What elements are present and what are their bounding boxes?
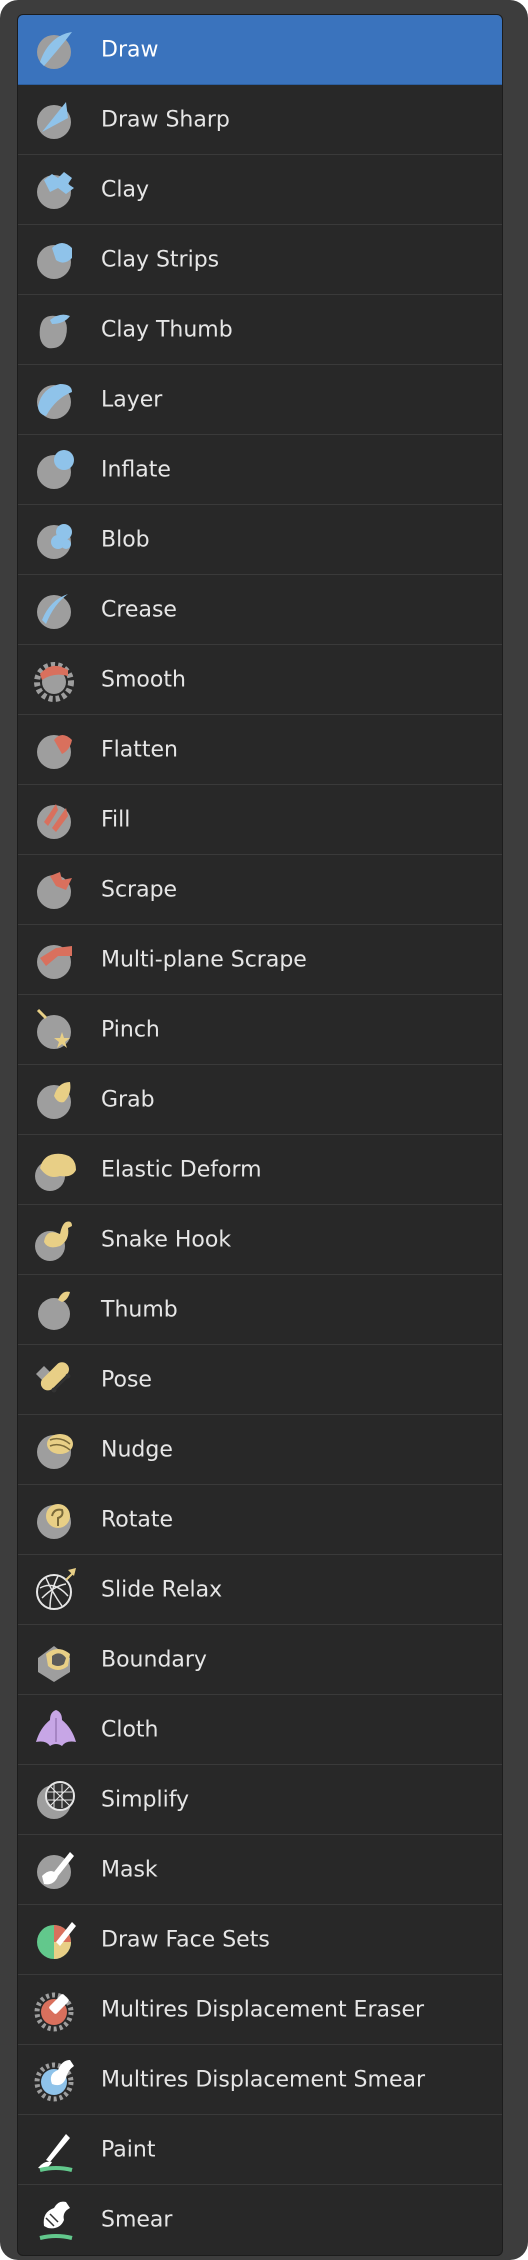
flatten-icon [32,726,80,774]
brush-item-inflate[interactable]: Inflate [18,435,502,505]
brush-item-multires-smear[interactable]: Multires Displacement Smear [18,2045,502,2115]
pose-icon [32,1356,80,1404]
brush-item-label: Pose [101,1367,152,1392]
brush-item-draw[interactable]: Draw [18,15,502,85]
brush-item-flatten[interactable]: Flatten [18,715,502,785]
multiplane-scrape-icon [32,936,80,984]
brush-item-thumb[interactable]: Thumb [18,1275,502,1345]
brush-item-label: Smooth [101,667,186,692]
boundary-icon [32,1636,80,1684]
brush-item-simplify[interactable]: Simplify [18,1765,502,1835]
brush-item-pinch[interactable]: Pinch [18,995,502,1065]
brush-item-label: Clay Thumb [101,317,233,342]
brush-item-grab[interactable]: Grab [18,1065,502,1135]
brush-item-label: Clay Strips [101,247,220,272]
smooth-icon [32,656,80,704]
brush-item-multires-eraser[interactable]: Multires Displacement Eraser [18,1975,502,2045]
pinch-icon [32,1006,80,1054]
rotate-icon [32,1496,80,1544]
brush-item-draw-face-sets[interactable]: Draw Face Sets [18,1905,502,1975]
fill-icon [32,796,80,844]
brush-menu-panel: Draw Draw Sharp Clay Clay Strips Clay Thumb L… [0,0,528,2260]
brush-item-clay[interactable]: Clay [18,155,502,225]
brush-item-clay-thumb[interactable]: Clay Thumb [18,295,502,365]
multires-eraser-icon [32,1986,80,2034]
brush-item-label: Thumb [101,1297,178,1322]
brush-item-cloth[interactable]: Cloth [18,1695,502,1765]
brush-item-label: Fill [101,807,131,832]
brush-item-label: Rotate [101,1507,174,1532]
brush-item-pose[interactable]: Pose [18,1345,502,1415]
mask-icon [32,1846,80,1894]
simplify-icon [32,1776,80,1824]
brush-item-slide-relax[interactable]: Slide Relax [18,1555,502,1625]
brush-item-label: Multi-plane Scrape [101,947,307,972]
brush-list: Draw Draw Sharp Clay Clay Strips Clay Thumb L… [17,14,503,2256]
draw-icon [32,26,80,74]
brush-item-elastic-deform[interactable]: Elastic Deform [18,1135,502,1205]
brush-item-mask[interactable]: Mask [18,1835,502,1905]
slide-relax-icon [32,1566,80,1614]
brush-item-layer[interactable]: Layer [18,365,502,435]
brush-item-label: Blob [101,527,150,552]
draw-sharp-icon [32,96,80,144]
brush-item-label: Multires Displacement Eraser [101,1997,425,2022]
paint-icon [32,2126,80,2174]
brush-item-label: Boundary [101,1647,207,1672]
cloth-icon [32,1706,80,1754]
clay-thumb-icon [32,306,80,354]
brush-item-multiplane-scrape[interactable]: Multi-plane Scrape [18,925,502,995]
brush-item-clay-strips[interactable]: Clay Strips [18,225,502,295]
nudge-icon [32,1426,80,1474]
brush-item-boundary[interactable]: Boundary [18,1625,502,1695]
brush-item-label: Snake Hook [101,1227,232,1252]
brush-item-snake-hook[interactable]: Snake Hook [18,1205,502,1275]
brush-item-label: Crease [101,597,177,622]
smear-icon [32,2196,80,2244]
clay-strips-icon [32,236,80,284]
draw-face-sets-icon [32,1916,80,1964]
brush-item-label: Layer [101,387,163,412]
scrape-icon [32,866,80,914]
brush-item-label: Grab [101,1087,155,1112]
thumb-icon [32,1286,80,1334]
brush-item-fill[interactable]: Fill [18,785,502,855]
brush-item-label: Clay [101,177,149,202]
inflate-icon [32,446,80,494]
snake-hook-icon [32,1216,80,1264]
brush-item-blob[interactable]: Blob [18,505,502,575]
brush-item-label: Cloth [101,1717,159,1742]
blob-icon [32,516,80,564]
brush-item-label: Draw Sharp [101,107,230,132]
brush-item-label: Pinch [101,1017,160,1042]
grab-icon [32,1076,80,1124]
clay-icon [32,166,80,214]
layer-icon [32,376,80,424]
brush-item-crease[interactable]: Crease [18,575,502,645]
brush-item-label: Multires Displacement Smear [101,2067,426,2092]
brush-item-label: Slide Relax [101,1577,223,1602]
brush-item-label: Draw Face Sets [101,1927,270,1952]
brush-item-label: Elastic Deform [101,1157,262,1182]
brush-item-label: Draw [101,37,159,62]
brush-item-label: Simplify [101,1787,190,1812]
brush-item-nudge[interactable]: Nudge [18,1415,502,1485]
brush-item-draw-sharp[interactable]: Draw Sharp [18,85,502,155]
brush-item-rotate[interactable]: Rotate [18,1485,502,1555]
elastic-deform-icon [32,1146,80,1194]
brush-item-label: Smear [101,2207,173,2233]
brush-item-scrape[interactable]: Scrape [18,855,502,925]
crease-icon [32,586,80,634]
brush-item-label: Mask [101,1857,158,1882]
brush-item-label: Nudge [101,1437,173,1462]
multires-smear-icon [32,2056,80,2104]
brush-item-smear[interactable]: Smear [18,2185,502,2255]
brush-item-label: Paint [101,2137,156,2162]
brush-item-label: Inflate [101,457,171,482]
brush-item-label: Scrape [101,877,178,902]
brush-item-label: Flatten [101,737,178,762]
brush-item-paint[interactable]: Paint [18,2115,502,2185]
brush-item-smooth[interactable]: Smooth [18,645,502,715]
